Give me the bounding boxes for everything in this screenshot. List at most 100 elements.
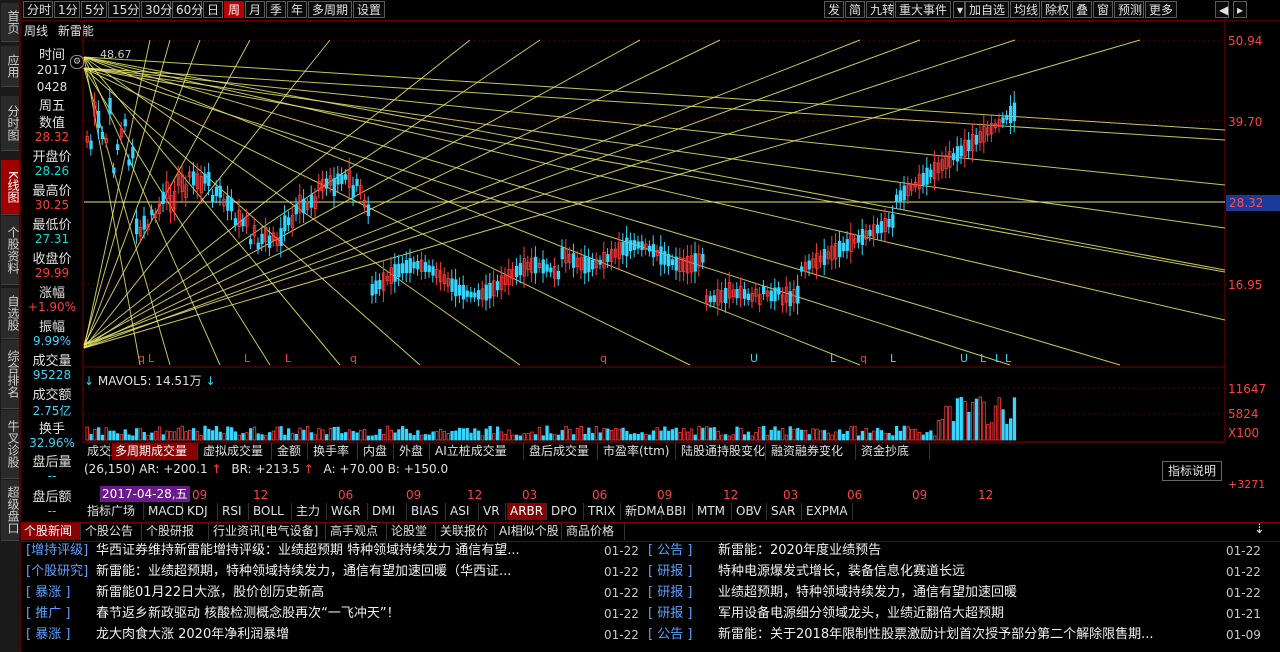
news-row[interactable]: [个股研究] 新雷能：业绩超预期，特种领域持续发力，通信有望加速回暖（华西证...… [26,562,644,582]
volume-bar-204 [860,430,865,441]
gear-icon[interactable]: ⚙ [70,55,84,69]
news-tab-3[interactable]: 行业资讯[电气设备] [210,523,326,540]
news-row[interactable]: [ 公告 ] 新雷能：2020年度业绩预告 01-22 [648,541,1266,561]
volume-bar-240 [997,397,1001,441]
volume-bar-160 [693,434,697,441]
volume-bar-201 [849,426,853,441]
tech-tab-2[interactable]: KDJ [184,503,218,520]
tech-tab-0[interactable]: 指标广场 [84,503,144,520]
tech-tab-11[interactable]: ARBR [507,503,547,520]
volume-bar-175 [750,435,754,441]
volume-bar-110 [503,433,507,441]
news-row[interactable]: [ 研报 ] 特种电源爆发式增长，装备信息化赛道长远 01-22 [648,562,1266,582]
gann-line-20 [83,56,861,366]
volume-bar-106 [488,425,492,441]
gann-line-3 [83,67,1226,229]
news-title[interactable]: 新雷能：关于2018年限制性股票激励计划首次授予部分第二个解除限售期... [718,625,1208,645]
candle-body-162 [701,254,705,263]
candle-body-188 [800,266,804,272]
gann-line-8 [83,39,721,349]
indicator-tab-0[interactable]: 成交量 [84,443,123,460]
signal-marker-12: L [995,352,1002,365]
tech-tab-8[interactable]: BIAS [408,503,446,520]
volume-bar-155 [674,427,678,441]
news-title[interactable]: 新雷能：2020年度业绩预告 [718,541,1208,561]
indicator-tab-12[interactable]: 资金抄底 [858,443,930,460]
news-row[interactable]: [ 暴涨 ] 新雷能01月22日大涨，股价创历史新高 01-22 [26,583,644,603]
candle-body-101 [469,291,473,298]
news-tab-4[interactable]: 高手观点 [327,523,387,540]
news-title[interactable]: 特种电源爆发式增长，装备信息化赛道长远 [718,562,1208,582]
news-title[interactable]: 新雷能：业绩超预期，特种领域持续发力，通信有望加速回暖（华西证... [96,562,601,582]
news-tab-6[interactable]: 关联报价 [437,523,495,540]
indicator-tab-9[interactable]: 市盈率(ttm) [600,443,676,460]
news-tab-5[interactable]: 论股堂 [388,523,436,540]
candle-body-137 [606,254,610,262]
candle-body-215 [902,185,906,201]
tech-tab-7[interactable]: DMI [369,503,407,520]
tech-tab-3[interactable]: RSI [219,503,249,520]
download-icon[interactable]: ⇣ [1254,522,1265,537]
candle-body-105 [484,284,488,301]
volume-bar-24 [176,427,181,441]
tech-tab-17[interactable]: OBV [733,503,767,520]
volume-bar-209 [879,430,884,441]
indicator-tab-4[interactable]: 换手率 [310,443,358,460]
news-row[interactable]: [ 研报 ] 业绩超预期，特种领域持续发力，通信有望加速回暖 01-22 [648,583,1266,603]
news-tab-0[interactable]: 个股新闻 [21,523,81,540]
indicator-tab-2[interactable]: 虚拟成交量 [200,443,272,460]
candle-body-3 [97,111,101,129]
news-tab-2[interactable]: 个股研报 [143,523,209,540]
candle-body-76 [374,280,378,295]
value-label: 数值 [38,116,65,131]
tech-tab-18[interactable]: SAR [768,503,802,520]
news-title[interactable]: 军用设备电源细分领域龙头，业绩近翻倍大超预期 [718,604,1208,624]
news-tab-8[interactable]: 商品价格 [563,523,625,540]
news-row[interactable]: [ 暴涨 ] 龙大肉食大涨 2020年净利润暴增 01-22 [26,625,644,645]
news-tab-7[interactable]: AI相似个股 [496,523,562,540]
tech-tab-19[interactable]: EXPMA [803,503,853,520]
candle-body-194 [822,249,827,265]
news-title[interactable]: 春节返乡新政驱动 核酸检测概念股再次“一飞冲天”！ [96,604,601,624]
down-arrow-icon: ↓ [84,374,95,388]
indicator-tab-11[interactable]: 融资融券变化 [768,443,856,460]
tech-tab-12[interactable]: DPO [548,503,584,520]
news-title[interactable]: 新雷能01月22日大涨，股价创历史新高 [96,583,601,603]
tech-tab-6[interactable]: W&R [328,503,368,520]
indicator-tab-1[interactable]: 多周期成交量 [112,443,198,460]
volume-bar-157 [682,428,686,441]
news-row[interactable]: [增持评级] 华西证券维持新雷能增持评级：业绩超预期 特种领域持续发力 通信有望.… [26,541,644,561]
news-row[interactable]: [ 公告 ] 新雷能：关于2018年限制性股票激励计划首次授予部分第二个解除限售期… [648,625,1266,645]
tech-tab-14[interactable]: 新DMA [622,503,665,520]
indicator-tab-3[interactable]: 金额 [274,443,308,460]
indicator-tab-6[interactable]: 外盘 [396,443,430,460]
candle-body-7 [112,167,116,174]
time-tick-7: 09 [657,488,673,502]
indicator-tab-5[interactable]: 内盘 [360,443,394,460]
up-arrow-icon: ↑ [303,462,314,476]
volume-bar-178 [762,425,766,441]
indicator-tab-7[interactable]: AI立桩成交量 [432,443,524,460]
tech-tab-5[interactable]: 主力 [293,503,327,520]
volume-bar-16 [146,434,150,441]
tech-tab-1[interactable]: MACD [145,503,184,520]
tech-tab-10[interactable]: VR [480,503,506,520]
news-title[interactable]: 龙大肉食大涨 2020年净利润暴增 [96,625,601,645]
tech-tab-16[interactable]: MTM [694,503,732,520]
volume-bar-69 [347,429,352,441]
news-row[interactable]: [ 研报 ] 军用设备电源细分领域龙头，业绩近翻倍大超预期 01-21 [648,604,1266,624]
indicator-tab-10[interactable]: 陆股通持股变化 [678,443,766,460]
news-title[interactable]: 业绩超预期，特种领域持续发力，通信有望加速回暖 [718,583,1208,603]
news-tab-1[interactable]: 个股公告 [82,523,142,540]
tech-tab-4[interactable]: BOLL [250,503,292,520]
tech-tab-15[interactable]: BBI [663,503,693,520]
volume-bar-153 [667,430,671,441]
news-row[interactable]: [ 推广 ] 春节返乡新政驱动 核酸检测概念股再次“一飞冲天”！ 01-22 [26,604,644,624]
tech-tab-9[interactable]: ASI [447,503,479,520]
tech-tab-13[interactable]: TRIX [585,503,621,520]
indicator-explain-button[interactable]: 指标说明 [1162,461,1223,481]
volume-bar-142 [625,430,629,441]
indicator-tab-8[interactable]: 盘后成交量 [526,443,598,460]
signal-marker-11: L [980,352,987,365]
news-title[interactable]: 华西证券维持新雷能增持评级：业绩超预期 特种领域持续发力 通信有望... [96,541,601,561]
